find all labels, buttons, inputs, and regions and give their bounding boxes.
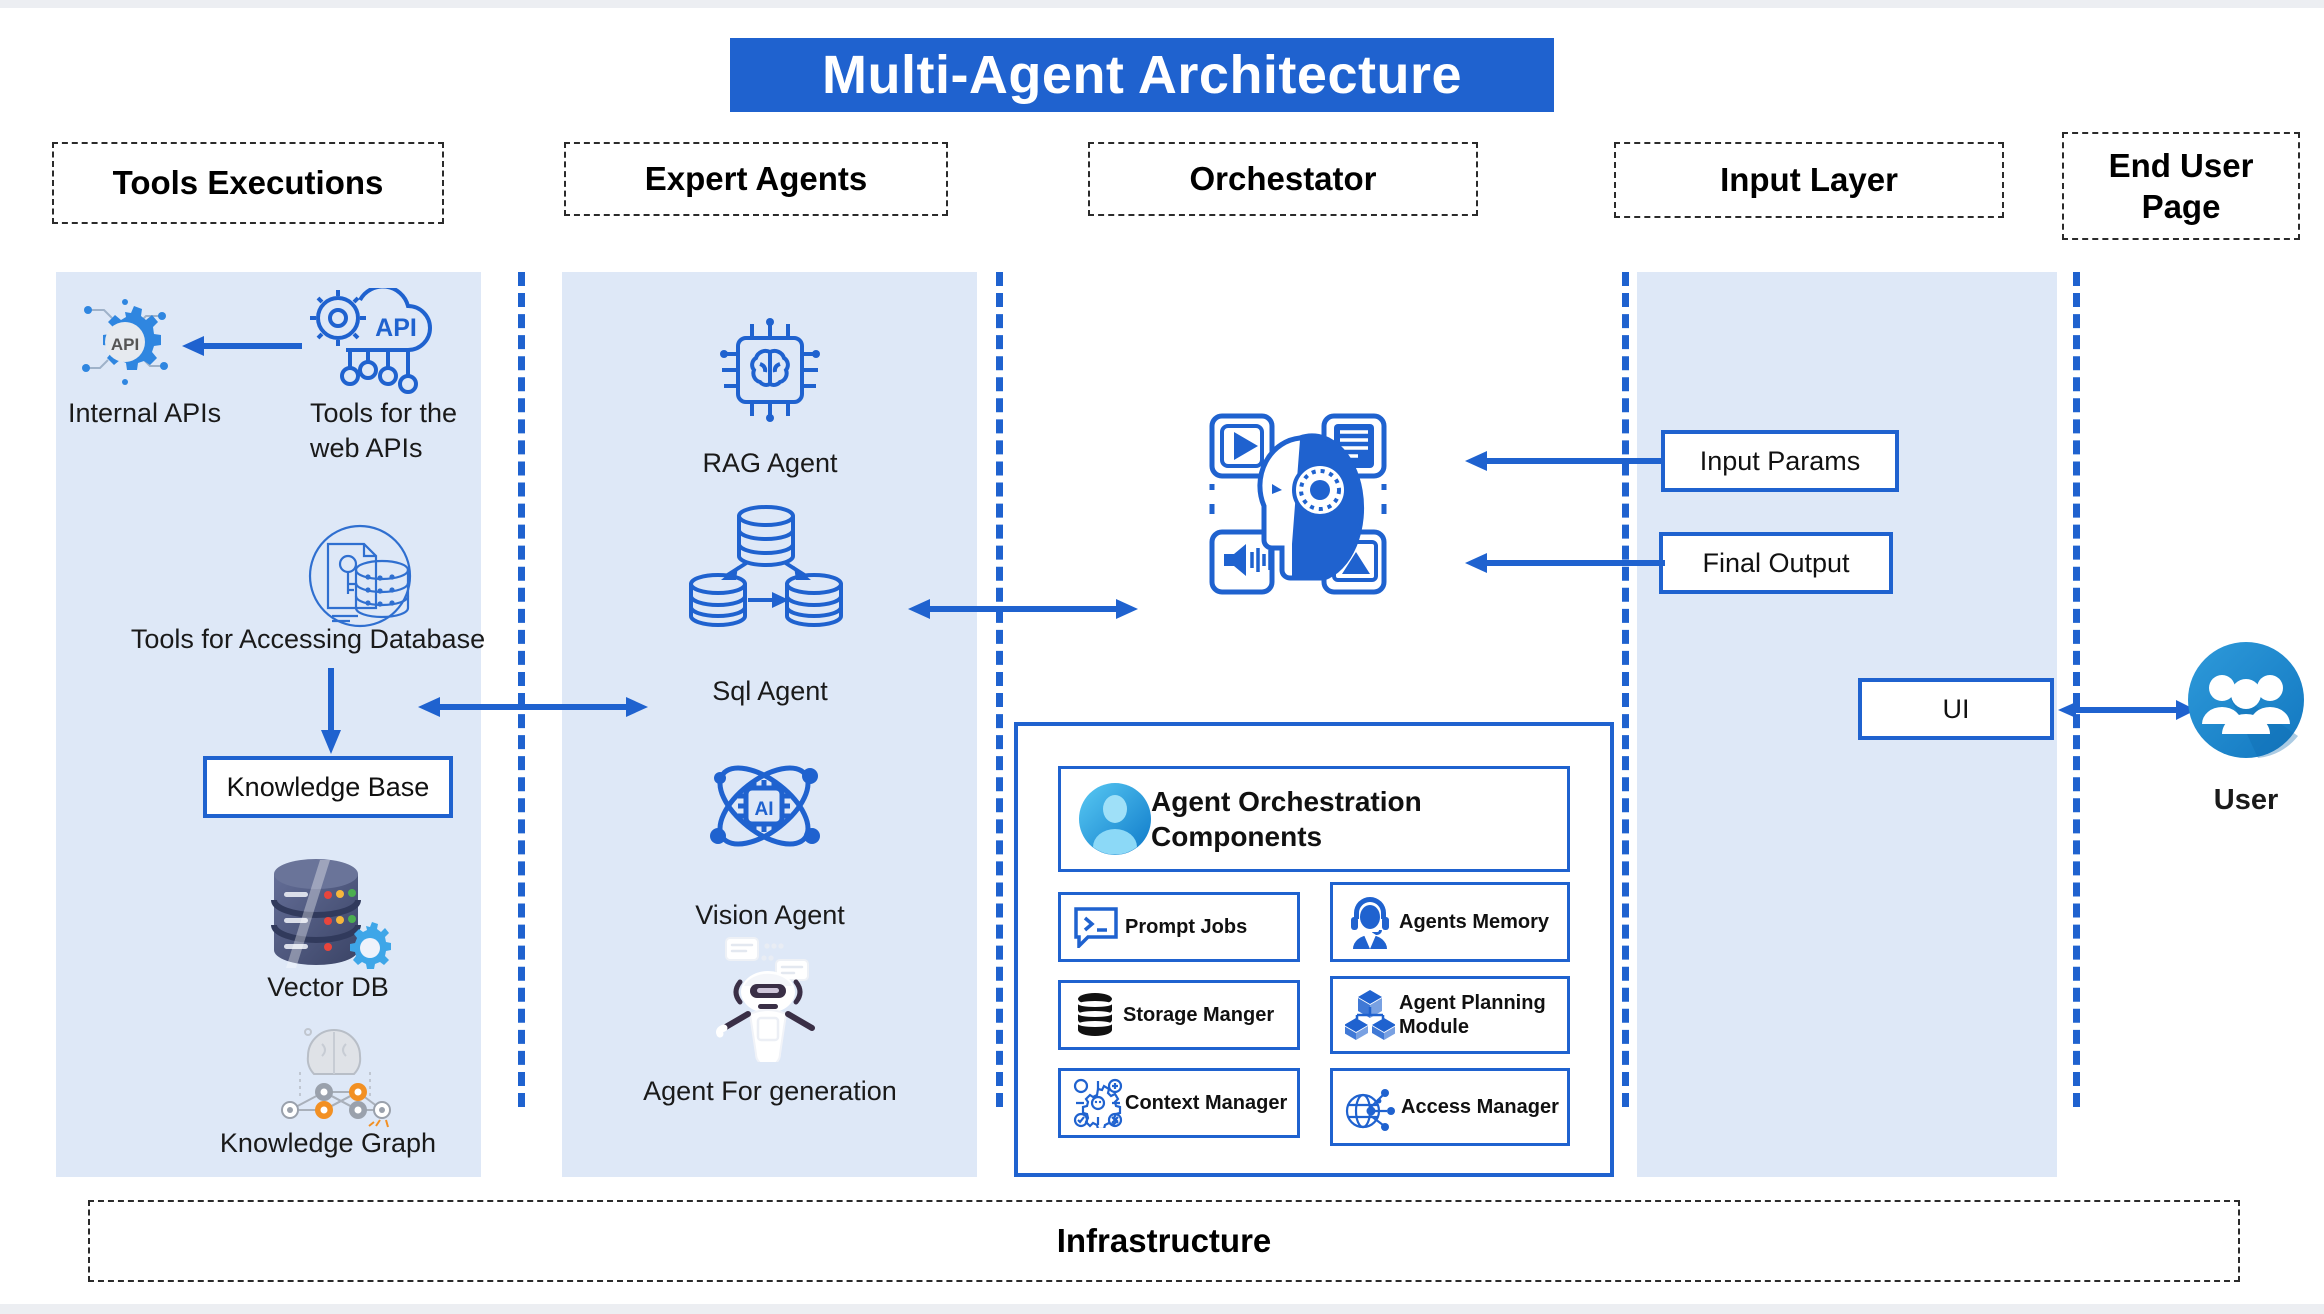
label-text: Tools for Accessing Database bbox=[130, 624, 486, 654]
page-title: Multi-Agent Architecture bbox=[730, 38, 1554, 112]
component-prompt-jobs[interactable]: Prompt Jobs bbox=[1058, 892, 1300, 962]
label-text: Knowledge Graph bbox=[219, 1128, 437, 1158]
terminal-prompt-icon bbox=[1073, 906, 1119, 948]
arrow-dbtools-to-knowledgebase bbox=[318, 668, 344, 754]
arrow-input-params-to-orchestrator bbox=[1465, 448, 1665, 474]
arrow-tools-to-experts bbox=[418, 692, 648, 722]
component-label: Context Manager bbox=[1125, 1092, 1288, 1114]
database-access-tools-icon bbox=[298, 520, 422, 632]
arrow-ui-to-user bbox=[2058, 696, 2196, 724]
database-access-tools-label: Tools for Accessing Database bbox=[98, 622, 518, 657]
page-bottom-edge bbox=[0, 1304, 2324, 1314]
database-stack-icon bbox=[1073, 991, 1117, 1039]
globe-network-icon bbox=[1345, 1083, 1397, 1131]
web-apis-cloud-icon: API bbox=[308, 288, 438, 400]
vector-db-icon bbox=[258, 852, 398, 976]
infrastructure-bar: Infrastructure bbox=[88, 1200, 2240, 1282]
component-label: Agent Planning Module bbox=[1399, 992, 1546, 1038]
box-label: Input Params bbox=[1699, 445, 1861, 476]
svg-text:AI: AI bbox=[755, 799, 774, 820]
sql-agent-icon bbox=[686, 500, 846, 630]
orchestration-avatar-icon bbox=[1077, 781, 1153, 857]
label-text: User bbox=[2213, 784, 2279, 816]
rag-agent-icon bbox=[712, 316, 828, 426]
orchestrator-ai-head-icon bbox=[1208, 412, 1388, 596]
header-label: Input Layer bbox=[1720, 161, 1898, 199]
header-label: Tools Executions bbox=[112, 164, 384, 202]
web-apis-label: Tools for the web APIs bbox=[310, 396, 460, 466]
knowledge-graph-label: Knowledge Graph bbox=[148, 1126, 508, 1161]
separator-tools-experts bbox=[518, 272, 525, 1107]
cube-network-icon bbox=[1345, 989, 1395, 1041]
vision-agent-label: Vision Agent bbox=[640, 898, 900, 933]
label-text: Agent For generation bbox=[643, 1076, 897, 1106]
box-label: Knowledge Base bbox=[226, 771, 430, 802]
arrow-final-output-to-orchestrator bbox=[1465, 550, 1665, 576]
separator-experts-orchestrator bbox=[996, 272, 1003, 1107]
gear-context-icon bbox=[1073, 1078, 1123, 1128]
page-top-edge bbox=[0, 0, 2324, 8]
component-label: Access Manager bbox=[1401, 1096, 1559, 1118]
agent-orchestration-title: Agent Orchestration Components bbox=[1151, 786, 1422, 852]
ui-box[interactable]: UI bbox=[1858, 678, 2054, 740]
user-group-icon bbox=[2186, 640, 2306, 760]
component-access-manager[interactable]: Access Manager bbox=[1330, 1068, 1570, 1146]
label-text: Internal APIs bbox=[68, 398, 222, 428]
header-expert-agents: Expert Agents bbox=[564, 142, 948, 216]
header-tools-executions: Tools Executions bbox=[52, 142, 444, 224]
input-params-box[interactable]: Input Params bbox=[1661, 430, 1899, 492]
knowledge-graph-icon bbox=[268, 1022, 402, 1132]
header-label: Expert Agents bbox=[644, 160, 868, 198]
headset-agent-icon bbox=[1345, 895, 1395, 949]
component-label: Agents Memory bbox=[1399, 911, 1550, 933]
label-text: Tools for the web APIs bbox=[310, 398, 458, 464]
label-text: Sql Agent bbox=[712, 676, 828, 706]
internal-apis-icon: API bbox=[70, 296, 180, 388]
generation-agent-label: Agent For generation bbox=[600, 1074, 940, 1109]
box-label: Final Output bbox=[1702, 547, 1850, 578]
label-text: RAG Agent bbox=[702, 448, 838, 478]
header-label: Orchestator bbox=[1189, 160, 1377, 198]
svg-text:API: API bbox=[111, 335, 139, 354]
knowledge-base-box[interactable]: Knowledge Base bbox=[203, 756, 453, 818]
rag-agent-label: RAG Agent bbox=[640, 446, 900, 481]
header-label: End User Page bbox=[2108, 146, 2254, 225]
sql-agent-label: Sql Agent bbox=[640, 674, 900, 709]
header-end-user-page: End User Page bbox=[2062, 132, 2300, 240]
header-orchestrator: Orchestator bbox=[1088, 142, 1478, 216]
final-output-box[interactable]: Final Output bbox=[1659, 532, 1893, 594]
generation-agent-icon bbox=[712, 936, 828, 1062]
component-storage-manger[interactable]: Storage Manger bbox=[1058, 980, 1300, 1050]
separator-input-enduser bbox=[2073, 272, 2080, 1107]
separator-orchestrator-input bbox=[1622, 272, 1629, 1107]
component-label: Prompt Jobs bbox=[1125, 916, 1248, 938]
label-text: Vision Agent bbox=[695, 900, 845, 930]
arrow-experts-to-orchestrator bbox=[908, 594, 1138, 624]
component-agents-memory[interactable]: Agents Memory bbox=[1330, 882, 1570, 962]
component-agent-planning-module[interactable]: Agent Planning Module bbox=[1330, 976, 1570, 1054]
box-label: UI bbox=[1942, 693, 1970, 724]
component-label: Storage Manger bbox=[1123, 1004, 1275, 1026]
agent-orchestration-header-card[interactable]: Agent Orchestration Components bbox=[1058, 766, 1570, 872]
label-text: Vector DB bbox=[267, 972, 389, 1002]
vision-agent-icon: AI bbox=[702, 752, 826, 860]
vector-db-label: Vector DB bbox=[188, 970, 468, 1005]
infrastructure-label: Infrastructure bbox=[1056, 1222, 1272, 1259]
header-input-layer: Input Layer bbox=[1614, 142, 2004, 218]
internal-apis-label: Internal APIs bbox=[68, 396, 228, 431]
component-context-manager[interactable]: Context Manager bbox=[1058, 1068, 1300, 1138]
svg-text:API: API bbox=[375, 314, 417, 342]
user-label: User bbox=[2166, 782, 2324, 820]
arrow-webapis-to-internalapis bbox=[182, 334, 302, 358]
